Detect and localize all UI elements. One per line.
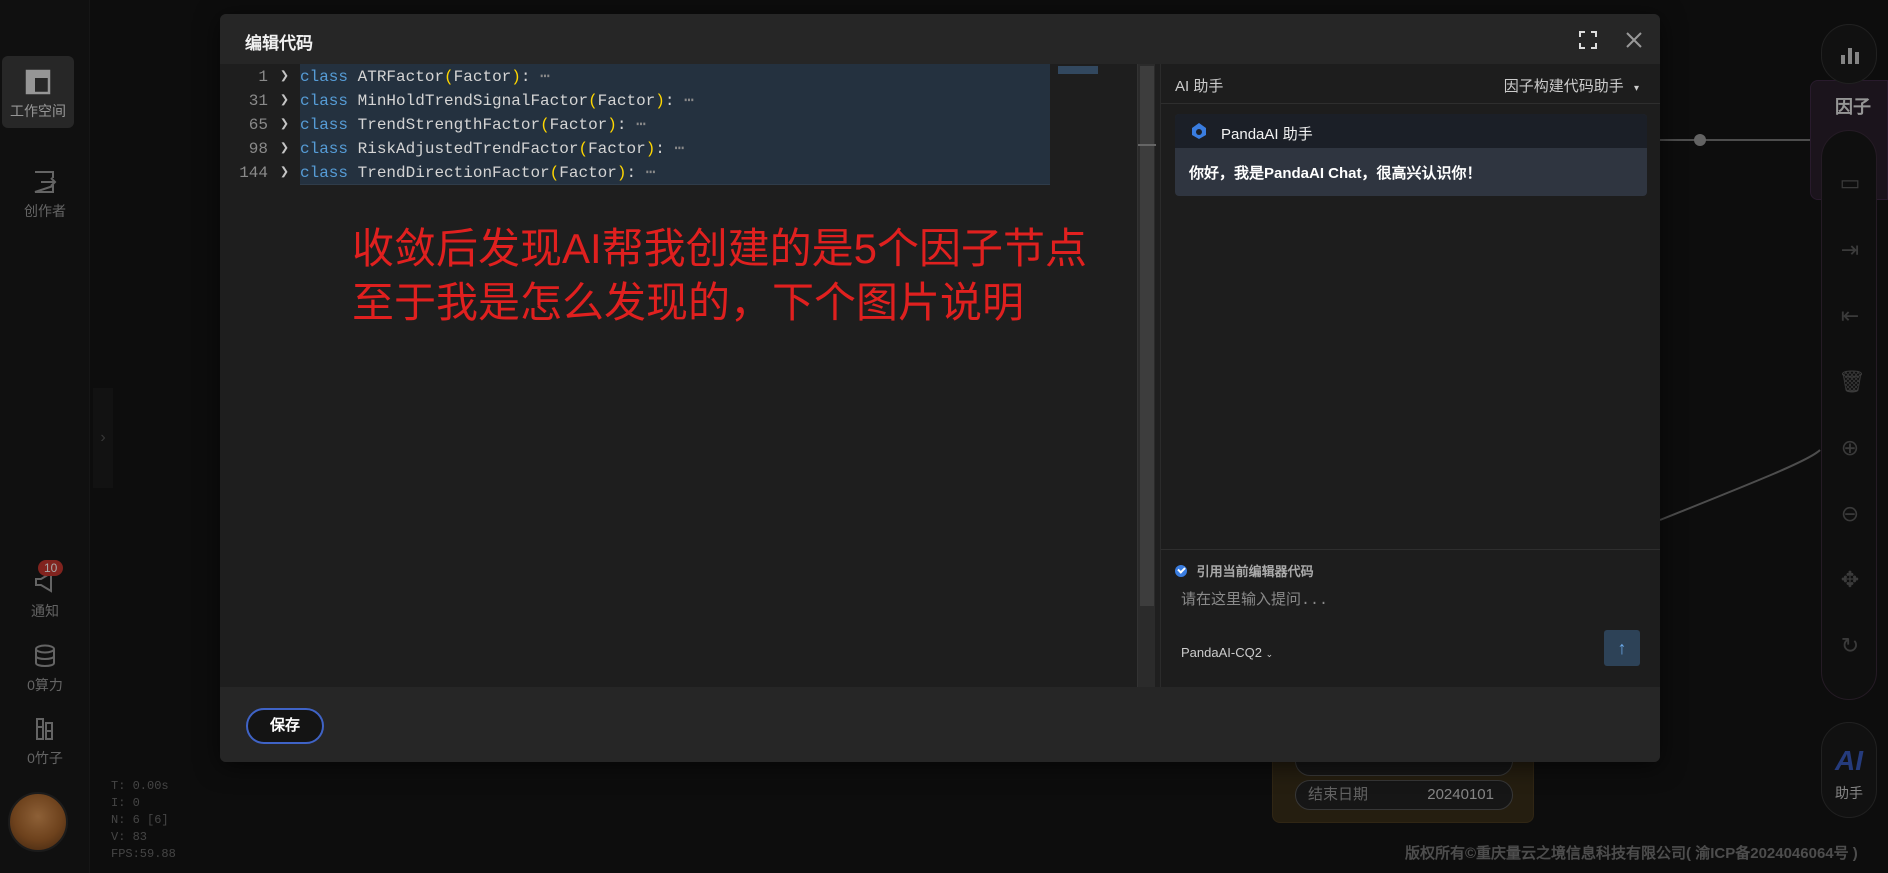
- ai-greeting-text: 你好，我是PandaAI Chat，很高兴认识你！: [1189, 165, 1482, 182]
- code-line[interactable]: 65 ❯ class TrendStrengthFactor(Factor): ⋯: [220, 113, 1050, 137]
- code-punct: (: [578, 140, 589, 158]
- code-punct: (: [540, 116, 550, 134]
- code-name: TrendStrengthFactor: [357, 116, 541, 134]
- scrollbar-marker: [1138, 144, 1156, 146]
- ai-panel-header: AI 助手 因子构建代码助手 ▾: [1161, 64, 1660, 104]
- fold-chevron-icon[interactable]: ❯: [280, 137, 289, 161]
- ai-mode-select[interactable]: 因子构建代码助手 ▾: [1504, 75, 1639, 96]
- code-punct: [348, 140, 358, 158]
- code-ellipsis: ⋯: [540, 68, 550, 86]
- send-button[interactable]: ↑: [1604, 630, 1640, 666]
- fullscreen-icon[interactable]: [1576, 28, 1600, 52]
- fold-chevron-icon[interactable]: ❯: [280, 113, 289, 137]
- code-name: ATRFactor: [357, 68, 445, 86]
- code-punct: :: [626, 164, 637, 182]
- ai-bot-name: PandaAI 助手: [1221, 126, 1313, 143]
- line-number: 144: [239, 164, 268, 182]
- modal-footer: 保存: [220, 687, 1660, 762]
- scrollbar-thumb[interactable]: [1140, 66, 1154, 606]
- model-label: PandaAI-CQ2: [1181, 645, 1262, 660]
- code-name: RiskAdjustedTrendFactor: [357, 140, 579, 158]
- minimap[interactable]: [1058, 66, 1098, 74]
- ai-mode-label: 因子构建代码助手: [1503, 78, 1624, 95]
- arrow-up-icon: ↑: [1617, 638, 1627, 658]
- ai-input-area: 引用当前编辑器代码 PandaAI-CQ2 ⌄ ↑: [1161, 549, 1660, 687]
- code-line[interactable]: 31 ❯ class MinHoldTrendSignalFactor(Factor…: [220, 89, 1050, 113]
- code-ellipsis: ⋯: [674, 140, 685, 158]
- code-text: class ATRFactor(Factor): ⋯: [300, 65, 550, 89]
- code-punct: (: [588, 92, 598, 110]
- code-punct: (: [549, 164, 560, 182]
- code-keyword: class: [300, 164, 349, 182]
- code-base: Factor: [549, 116, 608, 134]
- ai-assistant-panel: AI 助手 因子构建代码助手 ▾ PandaAI 助手 你好，我是PandaAI…: [1160, 64, 1660, 687]
- modal-title: 编辑代码: [245, 34, 313, 53]
- save-button[interactable]: 保存: [246, 708, 324, 744]
- annotation-line-2: 至于我是怎么发现的，下个图片说明: [352, 279, 1025, 326]
- annotation-text: 收敛后发现AI帮我创建的是5个因子节点 至于我是怎么发现的，下个图片说明: [352, 222, 1087, 330]
- code-punct: [675, 92, 685, 110]
- code-line[interactable]: 1 ❯ class ATRFactor(Factor): ⋯: [220, 65, 1050, 89]
- code-text: class TrendDirectionFactor(Factor): ⋯: [300, 161, 655, 185]
- panda-logo-icon: [1192, 123, 1206, 139]
- close-icon[interactable]: [1622, 28, 1646, 52]
- code-ellipsis: ⋯: [684, 92, 694, 110]
- ai-greeting-message: PandaAI 助手 你好，我是PandaAI Chat，很高兴认识你！: [1175, 114, 1647, 196]
- prompt-input[interactable]: [1181, 588, 1621, 612]
- code-name: TrendDirectionFactor: [357, 164, 550, 182]
- modal-header: 编辑代码: [220, 14, 1660, 64]
- code-punct: [530, 68, 540, 86]
- code-punct: [348, 116, 358, 134]
- code-punct: [636, 164, 646, 182]
- fold-chevron-icon[interactable]: ❯: [280, 161, 289, 185]
- code-punct: :: [655, 140, 665, 158]
- line-number: 1: [258, 68, 268, 86]
- model-select[interactable]: PandaAI-CQ2 ⌄: [1181, 645, 1273, 660]
- code-line[interactable]: 98 ❯ class RiskAdjustedTrendFactor(Factor)…: [220, 137, 1050, 161]
- code-keyword: class: [300, 68, 349, 86]
- caret-down-icon: ▾: [1633, 83, 1639, 94]
- code-punct: [348, 68, 358, 86]
- code-line[interactable]: 144 ❯ class TrendDirectionFactor(Factor): …: [220, 161, 1050, 185]
- code-name: MinHoldTrendSignalFactor: [357, 92, 589, 110]
- editor-scrollbar[interactable]: [1137, 64, 1156, 687]
- quote-editor-code-toggle[interactable]: 引用当前编辑器代码: [1175, 561, 1314, 580]
- code-base: Factor: [597, 92, 656, 110]
- code-ellipsis: ⋯: [645, 164, 656, 182]
- fold-chevron-icon[interactable]: ❯: [280, 65, 289, 89]
- code-punct: ): [655, 92, 665, 110]
- code-punct: (: [444, 68, 454, 86]
- annotation-line-1: 收敛后发现AI帮我创建的是5个因子节点: [352, 225, 1088, 272]
- code-punct: :: [616, 116, 627, 134]
- chevron-down-icon: ⌄: [1265, 649, 1274, 659]
- code-editor[interactable]: 1 ❯ class ATRFactor(Factor): ⋯ 31 ❯ class Min…: [220, 64, 1156, 687]
- line-number: 31: [248, 92, 268, 110]
- code-punct: ): [607, 116, 617, 134]
- code-base: Factor: [559, 164, 617, 182]
- code-keyword: class: [300, 116, 349, 134]
- edit-code-modal: 编辑代码 1 ❯ class ATRFactor(Factor): ⋯ 31 ❯ clas…: [220, 14, 1660, 762]
- line-number: 65: [248, 116, 268, 134]
- code-punct: [348, 164, 358, 182]
- code-keyword: class: [300, 140, 349, 158]
- fold-chevron-icon[interactable]: ❯: [280, 89, 289, 113]
- code-punct: [627, 116, 637, 134]
- checkbox-checked-icon[interactable]: [1175, 565, 1187, 577]
- code-punct: :: [664, 92, 675, 110]
- code-punct: [348, 92, 358, 110]
- quote-editor-code-label: 引用当前编辑器代码: [1196, 564, 1314, 579]
- code-text: class MinHoldTrendSignalFactor(Factor): …: [300, 89, 694, 113]
- code-punct: ): [511, 68, 521, 86]
- code-punct: [665, 140, 675, 158]
- code-punct: ): [645, 140, 656, 158]
- code-text: class RiskAdjustedTrendFactor(Factor): ⋯: [300, 137, 684, 161]
- code-base: Factor: [588, 140, 646, 158]
- code-base: Factor: [453, 68, 512, 86]
- code-ellipsis: ⋯: [636, 116, 646, 134]
- line-number: 98: [248, 140, 268, 158]
- ai-panel-title: AI 助手: [1175, 78, 1224, 95]
- code-keyword: class: [300, 92, 349, 110]
- ai-message-header: PandaAI 助手: [1175, 114, 1647, 148]
- code-text: class TrendStrengthFactor(Factor): ⋯: [300, 113, 646, 137]
